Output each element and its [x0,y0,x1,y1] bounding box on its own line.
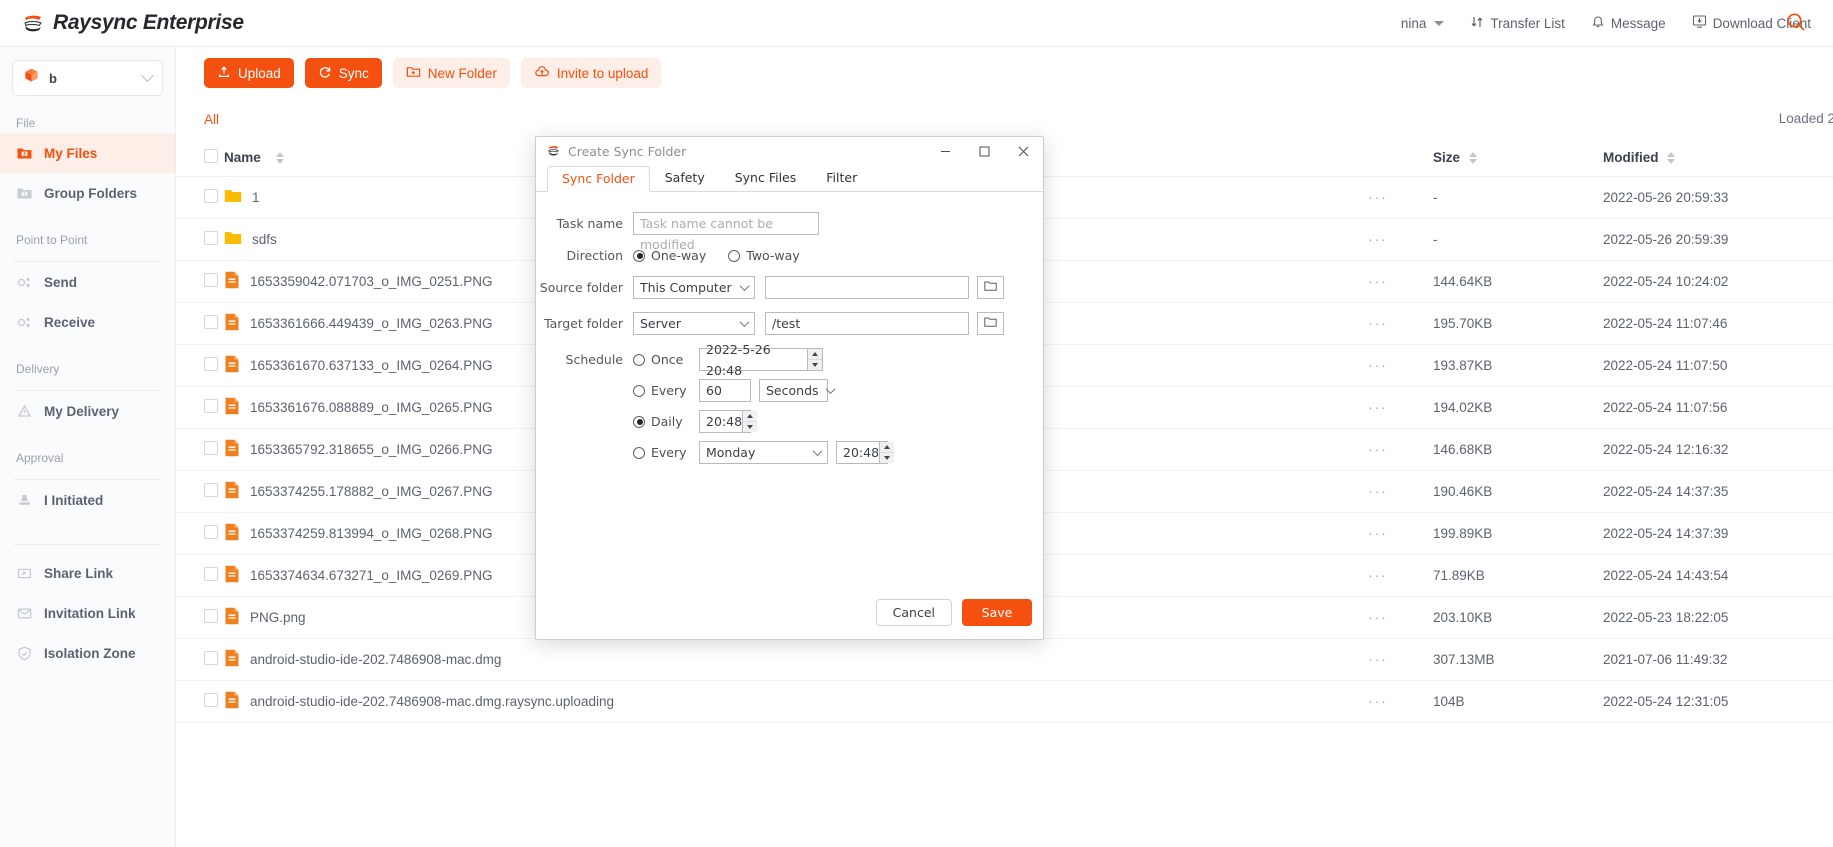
save-button[interactable]: Save [962,598,1032,626]
close-icon[interactable] [1004,137,1043,166]
dialog-title: Create Sync Folder [568,144,687,159]
cancel-button[interactable]: Cancel [875,598,952,626]
schedule-interval-label: Every [651,383,687,398]
dialog-title-bar: Create Sync Folder [536,137,1043,166]
source-folder-row: Source folder This Computer [536,276,1043,299]
tab-filter[interactable]: Filter [811,165,872,191]
stepper-up-icon[interactable] [808,349,822,360]
tab-sync-files[interactable]: Sync Files [720,165,812,191]
chevron-down-icon [825,384,835,395]
schedule-weekly-time-value: 20:48 [843,445,880,460]
radio-dot-icon [728,249,741,262]
dialog-window-controls [926,137,1043,166]
task-name-input[interactable]: Task name cannot be modified [633,212,819,252]
direction-label: Direction [566,248,623,263]
schedule-daily-stepper[interactable] [742,411,758,432]
schedule-daily-time[interactable]: 20:48 [699,410,758,433]
schedule-weekday-value: Monday [706,445,756,460]
task-name-row: Task name Task name cannot be modified [536,212,1043,252]
schedule-once-row: Schedule Once 2022-5-26 20:48 [536,342,1043,378]
stepper-down-icon[interactable] [880,453,895,463]
schedule-interval-unit-select[interactable]: Seconds [759,379,835,402]
minimize-icon[interactable] [926,137,965,166]
stepper-down-icon[interactable] [808,360,822,370]
schedule-daily-label: Daily [651,414,683,429]
create-sync-folder-dialog: Create Sync Folder Sync Folder Safety Sy… [535,136,1044,640]
schedule-interval-input[interactable]: 60 [699,379,751,402]
target-folder-label: Target folder [544,316,623,331]
schedule-weekday-select[interactable]: Monday [699,441,828,464]
radio-schedule-weekly[interactable]: Every [633,445,699,460]
target-folder-select[interactable]: Server [633,312,755,335]
dialog-tabs: Sync Folder Safety Sync Files Filter [536,166,1043,192]
tab-safety[interactable]: Safety [650,165,720,191]
radio-one-way-label: One-way [651,248,707,263]
app-root: Raysync Enterprise nina Transfer List Me… [0,0,1833,847]
radio-two-way[interactable]: Two-way [728,248,800,263]
radio-dot-icon [633,446,645,459]
schedule-weekly-row: Every Monday 20:48 [536,441,1043,464]
tab-sync-folder[interactable]: Sync Folder [547,166,650,192]
schedule-weekly-label: Every [651,445,687,460]
sync-folder-form: Task name Task name cannot be modified D… [536,192,1043,464]
direction-row: Direction One-way Two-way [536,248,1043,263]
radio-dot-icon [633,353,645,366]
stepper-down-icon[interactable] [743,422,758,432]
chevron-down-icon [739,281,750,292]
radio-dot-icon [633,415,645,428]
schedule-once-label: Once [651,352,684,367]
target-folder-path-input[interactable]: /test [765,312,969,335]
schedule-daily-row: Daily 20:48 [536,410,1043,433]
source-folder-select-value: This Computer [640,280,732,295]
stepper-up-icon[interactable] [743,411,758,422]
radio-one-way[interactable]: One-way [633,248,706,263]
stepper-up-icon[interactable] [880,442,895,453]
task-name-label: Task name [556,216,623,231]
target-folder-browse-button[interactable] [977,312,1004,335]
schedule-daily-value: 20:48 [706,414,743,429]
schedule-once-datetime[interactable]: 2022-5-26 20:48 [699,342,823,378]
schedule-label: Schedule [565,352,623,367]
source-folder-select[interactable]: This Computer [633,276,755,299]
radio-two-way-label: Two-way [746,248,800,263]
source-folder-label: Source folder [539,280,623,295]
chevron-down-icon [739,317,750,328]
radio-dot-icon [633,384,645,397]
schedule-weekly-time[interactable]: 20:48 [836,441,895,464]
radio-dot-icon [633,249,645,262]
dialog-footer: Cancel Save [536,585,1043,639]
target-folder-select-value: Server [640,316,681,331]
modal-overlay: Create Sync Folder Sync Folder Safety Sy… [0,0,1833,847]
target-folder-row: Target folder Server /test [536,312,1043,335]
schedule-weekly-stepper[interactable] [879,442,895,463]
chevron-down-icon [812,446,823,457]
schedule-interval-row: Every 60 Seconds [536,379,1043,402]
radio-schedule-once[interactable]: Once [633,352,699,367]
maximize-icon[interactable] [965,137,1004,166]
radio-schedule-daily[interactable]: Daily [633,414,699,429]
schedule-once-stepper[interactable] [807,349,822,370]
radio-schedule-interval[interactable]: Every [633,383,699,398]
raysync-logo-icon [547,142,560,161]
source-folder-browse-button[interactable] [977,276,1004,299]
folder-browse-icon [984,280,997,295]
schedule-interval-unit-value: Seconds [766,383,819,398]
source-folder-path-input[interactable] [765,276,969,299]
folder-browse-icon [984,316,997,331]
schedule-once-value: 2022-5-26 20:48 [706,341,771,378]
